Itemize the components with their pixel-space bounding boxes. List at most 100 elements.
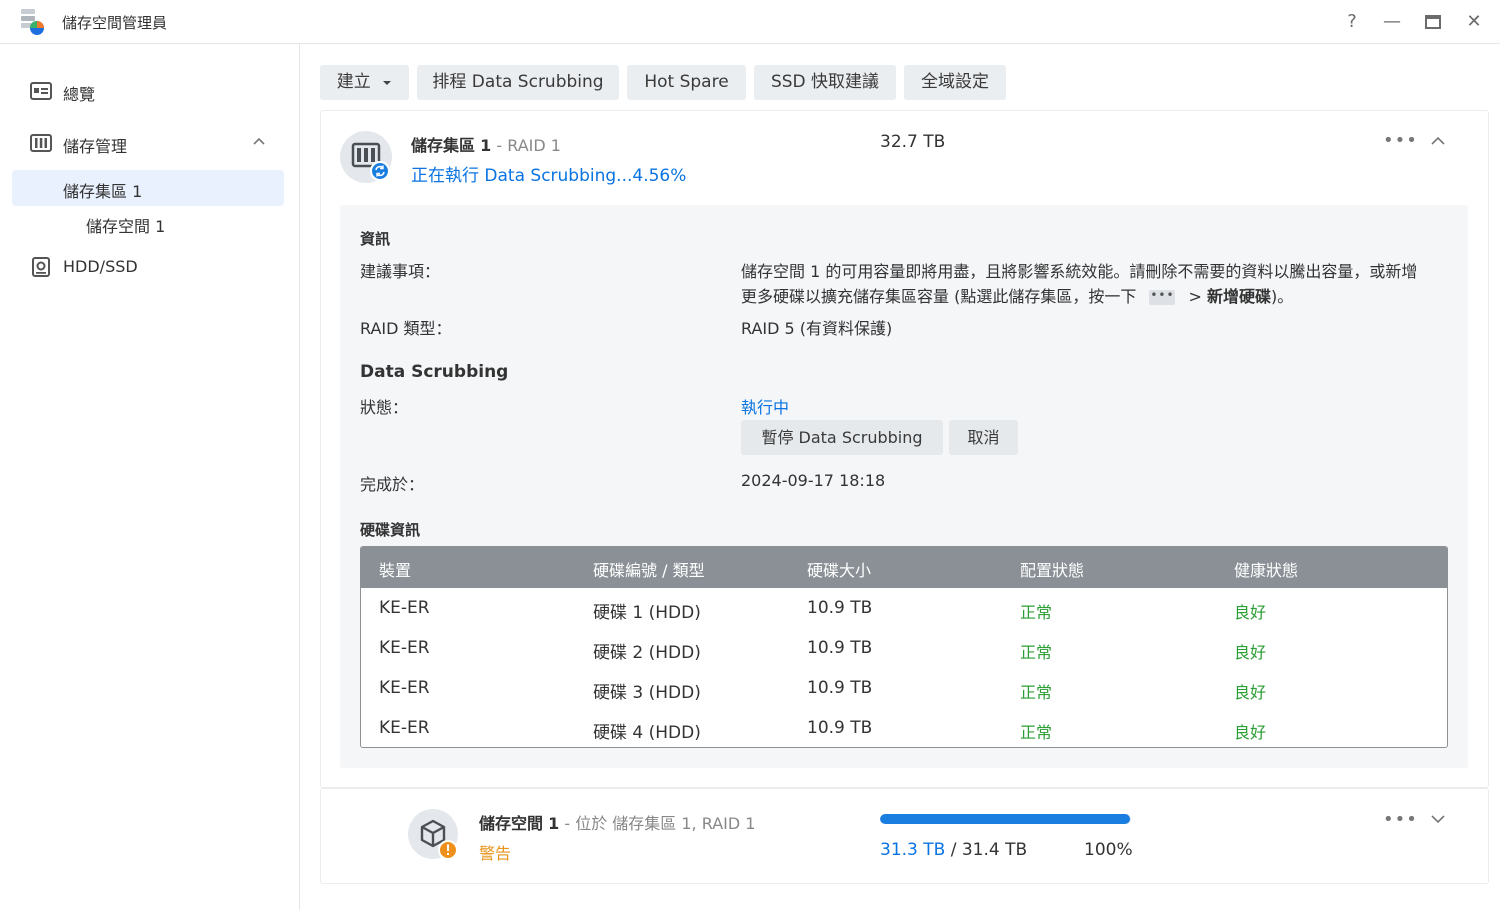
cell-size: 10.9 TB bbox=[807, 678, 873, 698]
storage-pool-icon bbox=[340, 131, 392, 183]
title-bar: 儲存空間管理員 ? — ✕ bbox=[0, 0, 1500, 44]
volume-usage-text: 31.3 TB / 31.4 TB bbox=[880, 840, 1027, 860]
cell-allocation: 正常 bbox=[1020, 643, 1053, 662]
cell-disk-type: 硬碟 1 (HDD) bbox=[593, 603, 701, 623]
chevron-up-icon[interactable] bbox=[252, 134, 266, 148]
cell-size: 10.9 TB bbox=[807, 718, 873, 738]
cell-disk-type: 硬碟 3 (HDD) bbox=[593, 683, 701, 703]
sidebar-item-label: HDD/SSD bbox=[63, 257, 138, 276]
help-button[interactable]: ? bbox=[1339, 9, 1365, 35]
suggestion-text-line2: 更多硬碟以擴充儲存集區容量 (點選此儲存集區，按一下 ••• > 新增硬碟)。 bbox=[741, 283, 1293, 307]
cell-device: KE-ER bbox=[379, 598, 430, 618]
minimize-button[interactable]: — bbox=[1379, 9, 1405, 35]
cell-disk-type: 硬碟 4 (HDD) bbox=[593, 723, 701, 743]
suggestion-end: )。 bbox=[1271, 287, 1294, 306]
sidebar-item-hdd-ssd[interactable]: HDD/SSD bbox=[12, 249, 284, 285]
collapse-chevron-up-icon[interactable] bbox=[1430, 133, 1446, 149]
scrubbing-status-value: 執行中 bbox=[741, 398, 790, 417]
column-header-size[interactable]: 硬碟大小 bbox=[807, 557, 871, 581]
maximize-button[interactable] bbox=[1420, 9, 1446, 35]
disk-icon bbox=[32, 257, 50, 277]
cell-disk-type: 硬碟 2 (HDD) bbox=[593, 643, 701, 663]
completed-value: 2024-09-17 18:18 bbox=[741, 471, 886, 490]
close-button[interactable]: ✕ bbox=[1461, 9, 1487, 35]
overview-icon bbox=[30, 82, 52, 100]
caret-down-icon bbox=[383, 81, 392, 85]
pool-scrubbing-status: 正在執行 Data Scrubbing...4.56% bbox=[411, 166, 687, 186]
storage-icon bbox=[30, 134, 52, 152]
scrubbing-heading: Data Scrubbing bbox=[360, 362, 509, 382]
cell-size: 10.9 TB bbox=[807, 598, 873, 618]
cell-health: 良好 bbox=[1234, 683, 1267, 702]
pool-raid: RAID 1 bbox=[507, 136, 561, 155]
pause-scrubbing-button[interactable]: 暫停 Data Scrubbing bbox=[741, 420, 943, 455]
more-dots-icon: ••• bbox=[1149, 289, 1176, 305]
cell-device: KE-ER bbox=[379, 638, 430, 658]
volume-more-menu-icon[interactable]: ••• bbox=[1383, 811, 1417, 829]
hot-spare-button[interactable]: Hot Spare bbox=[627, 65, 746, 100]
ssd-cache-advisor-button[interactable]: SSD 快取建議 bbox=[754, 65, 896, 100]
volume-number: 1 bbox=[548, 814, 560, 833]
info-heading: 資訊 bbox=[360, 230, 391, 248]
pool-name: 儲存集區 bbox=[411, 136, 476, 155]
cell-health: 良好 bbox=[1234, 603, 1267, 622]
sidebar-item-storage[interactable]: 儲存管理 bbox=[12, 125, 284, 161]
sidebar-item-label: 總覽 bbox=[63, 85, 96, 104]
volume-icon bbox=[408, 809, 458, 860]
sidebar-item-label: 儲存管理 bbox=[63, 137, 128, 156]
expand-chevron-down-icon[interactable] bbox=[1430, 811, 1446, 827]
cell-device: KE-ER bbox=[379, 718, 430, 738]
sidebar: 總覽 儲存管理 儲存集區 1 儲存空間 1 HDD/SSD bbox=[0, 44, 300, 910]
volume-status-warning: 警告 bbox=[479, 844, 512, 863]
global-settings-button[interactable]: 全域設定 bbox=[904, 65, 1006, 100]
cell-device: KE-ER bbox=[379, 678, 430, 698]
suggestion-text-part: 更多硬碟以擴充儲存集區容量 (點選此儲存集區，按一下 bbox=[741, 287, 1137, 306]
volume-card bbox=[320, 788, 1489, 884]
suggestion-label: 建議事項： bbox=[360, 262, 441, 281]
suggestion-bold: 新增硬碟 bbox=[1207, 287, 1272, 306]
window-title: 儲存空間管理員 bbox=[62, 14, 168, 32]
cell-allocation: 正常 bbox=[1020, 683, 1053, 702]
sidebar-item-storage-pool-1[interactable]: 儲存集區 1 bbox=[12, 170, 284, 206]
volume-total: / 31.4 TB bbox=[950, 840, 1028, 860]
volume-location: - 位於 儲存集區 1, RAID 1 bbox=[564, 814, 756, 833]
sidebar-item-volume-1[interactable]: 儲存空間 1 bbox=[12, 205, 284, 241]
pool-title: 儲存集區 1 - RAID 1 bbox=[411, 132, 561, 156]
storage-manager-app-icon bbox=[21, 9, 44, 35]
pool-number: 1 bbox=[480, 136, 492, 155]
cell-size: 10.9 TB bbox=[807, 638, 873, 658]
cell-allocation: 正常 bbox=[1020, 603, 1053, 622]
disk-table: 裝置 硬碟編號 / 類型 硬碟大小 配置狀態 健康狀態 KE-ER 硬碟 1 (… bbox=[360, 546, 1448, 748]
column-header-disk-type[interactable]: 硬碟編號 / 類型 bbox=[593, 557, 705, 581]
maximize-icon bbox=[1425, 15, 1441, 29]
pool-more-menu-icon[interactable]: ••• bbox=[1383, 132, 1417, 150]
scrubbing-status-label: 狀態： bbox=[360, 398, 409, 417]
raid-type-label: RAID 類型： bbox=[360, 319, 452, 338]
sidebar-item-overview[interactable]: 總覽 bbox=[12, 73, 284, 109]
pool-separator: - bbox=[496, 136, 503, 155]
schedule-scrubbing-button[interactable]: 排程 Data Scrubbing bbox=[417, 65, 619, 100]
volume-usage-fill bbox=[880, 814, 1131, 824]
column-header-device[interactable]: 裝置 bbox=[379, 557, 411, 581]
sidebar-item-label: 儲存集區 1 bbox=[63, 182, 143, 201]
column-header-health[interactable]: 健康狀態 bbox=[1234, 557, 1298, 581]
sidebar-item-label: 儲存空間 1 bbox=[86, 217, 166, 236]
volume-used: 31.3 TB bbox=[880, 840, 946, 860]
volume-title: 儲存空間 1 - 位於 儲存集區 1, RAID 1 bbox=[479, 810, 755, 834]
disk-info-heading: 硬碟資訊 bbox=[360, 521, 421, 539]
cancel-scrubbing-button[interactable]: 取消 bbox=[949, 420, 1018, 455]
column-header-allocation[interactable]: 配置狀態 bbox=[1020, 557, 1084, 581]
pool-icon bbox=[351, 142, 390, 181]
create-button[interactable]: 建立 bbox=[320, 65, 409, 100]
suggestion-arrow: > bbox=[1188, 287, 1208, 306]
volume-percent: 100% bbox=[1084, 840, 1133, 860]
completed-label: 完成於： bbox=[360, 475, 425, 494]
suggestion-text-line1: 儲存空間 1 的可用容量即將用盡，且將影響系統效能。請刪除不需要的資料以騰出容量… bbox=[741, 262, 1418, 281]
create-button-label: 建立 bbox=[336, 72, 371, 92]
volume-name: 儲存空間 bbox=[479, 814, 544, 833]
raid-type-value: RAID 5 (有資料保護) bbox=[741, 319, 893, 338]
cell-health: 良好 bbox=[1234, 723, 1267, 742]
cell-health: 良好 bbox=[1234, 643, 1267, 662]
cube-icon bbox=[420, 819, 458, 860]
cell-allocation: 正常 bbox=[1020, 723, 1053, 742]
